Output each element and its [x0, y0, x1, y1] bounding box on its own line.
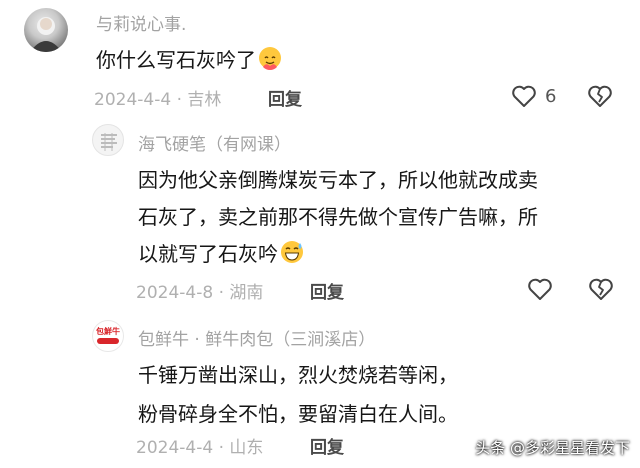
heart-icon: [528, 278, 552, 300]
comment-text-line: 因为他父亲倒腾煤炭亏本了，所以他就改成卖: [138, 168, 538, 192]
comment-text: 千锤万凿出深山，烈火焚烧若等闲， 粉骨碎身全不怕，要留清白在人间。: [138, 356, 458, 434]
comment-date-location: 2024-4-4 · 山东: [136, 438, 264, 458]
dislike-button[interactable]: [588, 277, 614, 301]
comment-text-line: 石灰了，卖之前那不得先做个宣传广告嘛，所: [138, 205, 538, 229]
comment-username[interactable]: 与莉说心事.: [96, 10, 186, 35]
broken-heart-icon: [588, 85, 612, 107]
avatar-photo-icon: [30, 17, 62, 52]
brand-logo-icon: [97, 338, 119, 344]
like-button[interactable]: 6: [511, 84, 556, 108]
comment-text-line: 千锤万凿出深山，烈火焚烧若等闲，: [138, 363, 458, 387]
comment-username[interactable]: 包鲜牛 · 鲜牛肉包（三涧溪店）: [138, 325, 375, 350]
comment-date-location: 2024-4-4 · 吉林: [94, 90, 222, 110]
broken-heart-icon: [589, 278, 613, 300]
reply-button[interactable]: 回复: [310, 278, 344, 303]
comment-text-line: 粉骨碎身全不怕，要留清白在人间。: [138, 402, 458, 426]
heart-icon: [512, 85, 536, 107]
calligraphy-avatar-icon: [101, 133, 117, 151]
avatar-brand-text: 包鮮牛: [96, 327, 120, 336]
watermark: 头条 @多彩星星看发下: [475, 439, 630, 457]
reply-button[interactable]: 回复: [268, 85, 302, 110]
reply-button[interactable]: 回复: [310, 433, 344, 458]
comment-date-location: 2024-4-8 · 湖南: [136, 283, 264, 303]
comment-text: 你什么写石灰吟了: [96, 44, 284, 76]
avatar[interactable]: [24, 8, 68, 52]
comment-username[interactable]: 海飞硬笔（有网课）: [138, 130, 291, 155]
comment-text-line: 你什么写石灰吟了: [96, 48, 256, 72]
like-count: 6: [545, 85, 557, 107]
hug-emoji: [256, 45, 284, 76]
comment-text-line: 以就写了石灰吟: [138, 242, 278, 266]
grin-sweat-emoji: [278, 239, 306, 277]
comment-text: 因为他父亲倒腾煤炭亏本了，所以他就改成卖 石灰了，卖之前那不得先做个宣传广告嘛，…: [138, 162, 538, 277]
like-button[interactable]: [527, 277, 553, 301]
avatar[interactable]: 包鮮牛: [92, 320, 124, 352]
dislike-button[interactable]: [587, 84, 613, 108]
avatar[interactable]: [92, 124, 124, 156]
